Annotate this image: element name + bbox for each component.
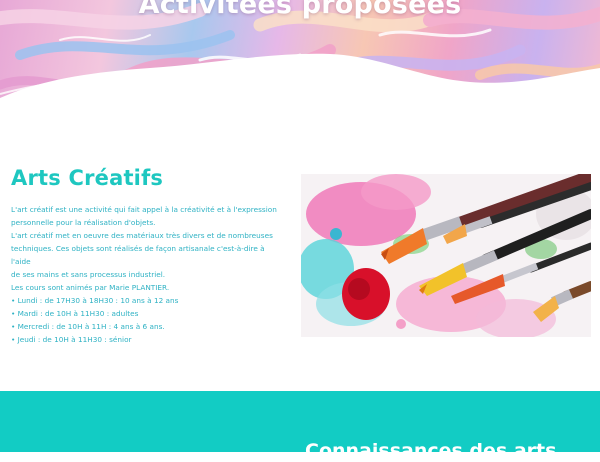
schedule-item: • Mercredi : de 10H à 11H : 4 ans à 6 an…	[11, 322, 165, 331]
description-line: L'art créatif met en oeuvre des matériau…	[11, 231, 273, 240]
description-line: L'art créatif est une activité qui fait …	[11, 205, 277, 214]
description-line: de ses mains et sans processus industrie…	[11, 270, 166, 279]
description-line: personnelle pour la réalisation d'objets…	[11, 218, 156, 227]
description-line: Les cours sont animés par Marie PLANTIER…	[11, 283, 170, 292]
hero-banner: Activitées proposées	[0, 0, 600, 110]
paintbrushes-illustration	[301, 174, 591, 337]
hero-wave-divider	[0, 53, 600, 110]
section-title: Arts Créatifs	[11, 166, 164, 190]
description-line: techniques. Ces objets sont réalisés de …	[11, 244, 265, 266]
schedule-item: • Lundi : de 17H30 à 18H30 : 10 ans à 12…	[11, 296, 179, 305]
schedule-item: • Jeudi : de 10H à 11H30 : sénior	[11, 335, 132, 344]
paintbrushes-image	[301, 174, 591, 337]
hero-title: Activitées proposées	[138, 0, 462, 20]
next-section-title: Connaissances des arts	[305, 440, 557, 462]
schedule-item: • Mardi : de 10H à 11H30 : adultes	[11, 309, 139, 318]
section-description: L'art créatif est une activité qui fait …	[11, 203, 286, 346]
